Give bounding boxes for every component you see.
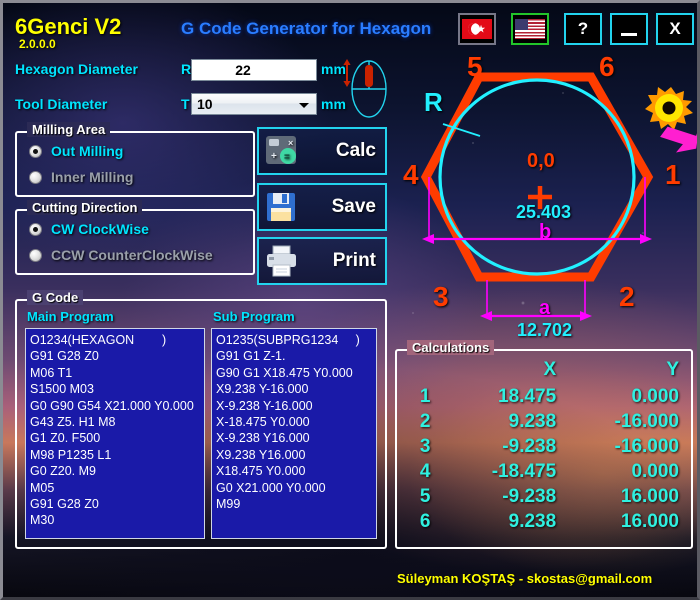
cell-y: 0.000 (631, 460, 679, 482)
tool-depth-icon (343, 59, 387, 118)
col-y: Y (666, 359, 679, 380)
dim-a-arrow-right (580, 311, 592, 321)
cell-x: -9.238 (502, 435, 557, 457)
table-row: 5 -9.238 16.000 (399, 484, 689, 509)
floppy-disk-icon (267, 193, 295, 221)
svg-text:+: + (271, 151, 277, 162)
radio-label: CCW CounterClockWise (51, 247, 213, 263)
radio-inner-milling[interactable]: Inner Milling (29, 169, 133, 185)
table-row: 2 9.238 -16.000 (399, 409, 689, 434)
tool-diameter-select[interactable]: 10 (191, 93, 317, 115)
cutting-direction-title: Cutting Direction (27, 200, 143, 215)
printer-icon (267, 245, 296, 277)
col-index (399, 359, 451, 384)
minimize-icon (621, 32, 637, 36)
cell-y: -16.000 (614, 410, 679, 432)
radio-label: CW ClockWise (51, 221, 149, 237)
table-row: 1 18.475 0.000 (399, 384, 689, 409)
print-button[interactable]: Print (257, 237, 387, 285)
app-subtitle: G Code Generator for Hexagon (181, 19, 432, 38)
col-x: X (543, 359, 557, 380)
footer-credit: Süleyman KOŞTAŞ - skostas@gmail.com (397, 571, 653, 586)
table-row: 3 -9.238 -16.000 (399, 434, 689, 459)
cell-y: -16.000 (614, 435, 679, 457)
cell-index: 3 (419, 435, 431, 457)
cell-index: 1 (419, 385, 431, 407)
cell-y: 0.000 (631, 385, 679, 407)
tool-diameter-value: 10 (197, 96, 213, 112)
sub-program-textarea[interactable]: O1235(SUBPRG1234 ) G91 G1 Z-1. G90 G1 X1… (211, 328, 377, 539)
radio-label: Out Milling (51, 143, 124, 159)
radio-icon (29, 144, 42, 158)
table-row: 6 9.238 16.000 (399, 509, 689, 534)
svg-text:×: × (288, 138, 293, 148)
dim-b-arrow-left (422, 234, 434, 244)
cell-x: 9.238 (508, 410, 557, 432)
hexagon-diagram (420, 72, 697, 321)
milling-area-group: Milling Area Out Milling Inner Milling (15, 122, 255, 197)
app-version: 2.0.0.0 (19, 37, 56, 51)
radio-icon (29, 170, 42, 184)
cell-x: 18.475 (498, 385, 557, 407)
hexagon-diameter-input[interactable] (191, 59, 317, 81)
calc-button[interactable]: × + = Calc (257, 127, 387, 175)
cell-x: -18.475 (491, 460, 557, 482)
print-button-label: Print (332, 250, 376, 271)
calc-button-label: Calc (335, 140, 376, 161)
svg-text:=: = (284, 152, 290, 163)
turkey-flag-icon (462, 19, 492, 39)
gcode-title: G Code (27, 290, 84, 305)
language-button-turkish[interactable] (458, 13, 496, 45)
cell-y: 16.000 (620, 510, 679, 532)
radio-icon (29, 222, 42, 236)
rotating-cutter-icon (645, 87, 693, 130)
application-window: 6Genci V2 2.0.0.0 G Code Generator for H… (0, 0, 700, 600)
cell-x: 9.238 (508, 510, 557, 532)
usa-flag-icon (515, 19, 545, 39)
tool-diameter-label: Tool Diameter (15, 96, 108, 112)
help-button[interactable]: ? (564, 13, 602, 45)
milling-area-title: Milling Area (27, 122, 111, 137)
cell-index: 5 (419, 485, 431, 507)
minimize-button[interactable] (610, 13, 648, 45)
sub-program-label: Sub Program (213, 309, 295, 324)
close-button[interactable]: X (656, 13, 694, 45)
cell-index: 4 (419, 460, 431, 482)
main-program-textarea[interactable]: O1234(HEXAGON ) G91 G28 Z0 M06 T1 S1500 … (25, 328, 205, 539)
dim-a-arrow-left (480, 311, 492, 321)
chevron-down-icon (299, 103, 309, 108)
cell-x: -9.238 (502, 485, 557, 507)
main-program-label: Main Program (27, 309, 114, 324)
hexagon-diameter-label: Hexagon Diameter (15, 61, 138, 77)
radio-icon (29, 248, 42, 262)
language-button-english[interactable] (511, 13, 549, 45)
radius-circle (438, 78, 636, 276)
table-header-row: X Y (399, 359, 689, 384)
cell-index: 6 (419, 510, 431, 532)
radio-out-milling[interactable]: Out Milling (29, 143, 123, 159)
cutting-direction-group: Cutting Direction CW ClockWise CCW Count… (15, 200, 255, 275)
cell-index: 2 (419, 410, 431, 432)
save-button[interactable]: Save (257, 183, 387, 231)
save-button-label: Save (331, 196, 376, 217)
radio-cw[interactable]: CW ClockWise (29, 221, 149, 237)
radio-label: Inner Milling (51, 169, 134, 185)
radio-ccw[interactable]: CCW CounterClockWise (29, 247, 213, 263)
cell-y: 16.000 (620, 485, 679, 507)
calculator-icon: × + = (266, 136, 296, 164)
table-row: 4 -18.475 0.000 (399, 459, 689, 484)
hexagon-outline (420, 72, 654, 282)
dim-b-arrow-right (640, 234, 652, 244)
calculations-table: X Y 1 18.475 0.000 2 9.238 -16.000 3 -9.… (399, 359, 689, 534)
